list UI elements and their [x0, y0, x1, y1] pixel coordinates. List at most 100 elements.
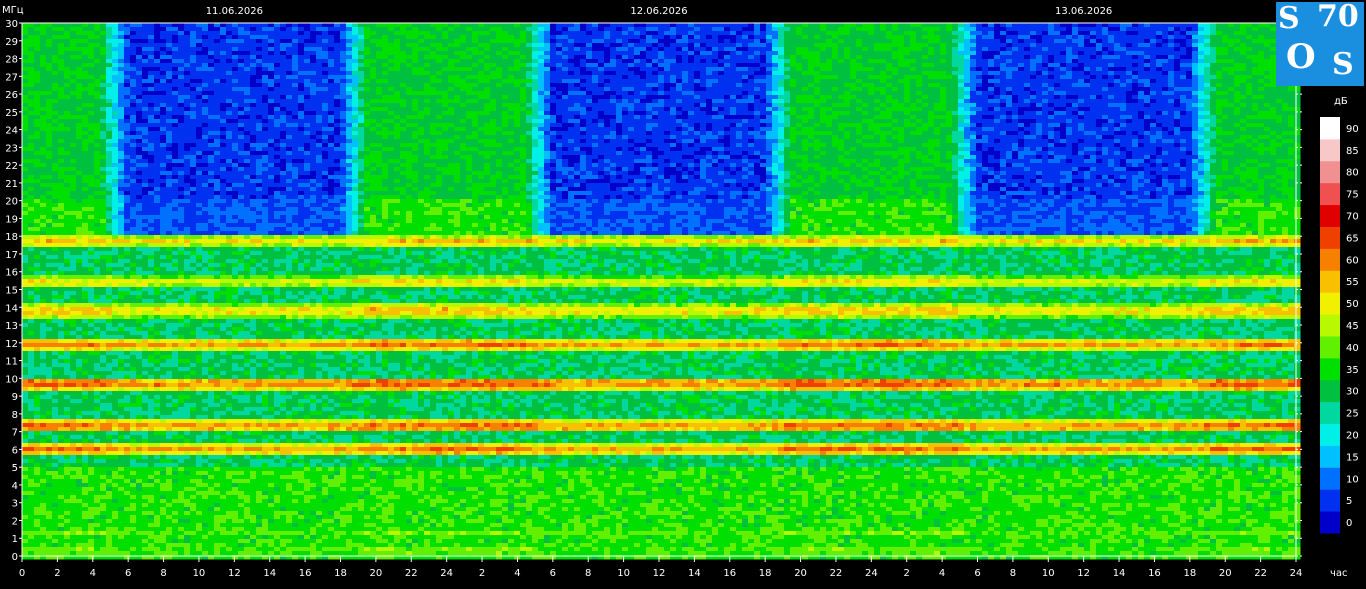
- heatmap-cell: [82, 439, 89, 444]
- heatmap-cell: [28, 299, 35, 304]
- heatmap-cell: [52, 131, 59, 136]
- heatmap-cell: [58, 211, 65, 216]
- heatmap-cell: [22, 151, 29, 156]
- heatmap-cell: [88, 535, 95, 540]
- heatmap-cell: [58, 171, 65, 176]
- heatmap-cell: [34, 399, 41, 404]
- heatmap-cell: [46, 451, 53, 456]
- heatmap-cell: [88, 55, 95, 60]
- heatmap-cell: [28, 39, 35, 44]
- heatmap-cell: [82, 375, 89, 380]
- heatmap-cell: [46, 519, 53, 524]
- heatmap-cell: [46, 275, 53, 280]
- heatmap-cell: [52, 419, 59, 424]
- heatmap-cell: [34, 127, 41, 132]
- heatmap-cell: [82, 55, 89, 60]
- heatmap-cell: [82, 479, 89, 484]
- heatmap-cell: [82, 283, 89, 288]
- heatmap-cell: [70, 55, 77, 60]
- heatmap-cell: [58, 379, 65, 384]
- heatmap-cell: [52, 511, 59, 516]
- heatmap-cell: [34, 147, 41, 152]
- heatmap-cell: [82, 35, 89, 40]
- heatmap-cell: [82, 175, 89, 180]
- heatmap-cell: [22, 75, 29, 80]
- heatmap-cell: [28, 351, 35, 356]
- heatmap-cell: [58, 391, 65, 396]
- heatmap-cell: [82, 399, 89, 404]
- heatmap-cell: [76, 219, 83, 224]
- heatmap-cell: [58, 27, 65, 32]
- heatmap-cell: [28, 463, 35, 468]
- heatmap-cell: [34, 175, 41, 180]
- heatmap-cell: [34, 403, 41, 408]
- heatmap-cell: [82, 47, 89, 52]
- heatmap-cell: [76, 331, 83, 336]
- heatmap-cell: [40, 127, 47, 132]
- heatmap-cell: [34, 63, 41, 68]
- heatmap-cell: [22, 259, 29, 264]
- heatmap-cell: [58, 283, 65, 288]
- heatmap-cell: [34, 27, 41, 32]
- heatmap-cell: [52, 227, 59, 232]
- heatmap-cell: [40, 323, 47, 328]
- heatmap-cell: [40, 463, 47, 468]
- heatmap-cell: [64, 263, 71, 268]
- heatmap-cell: [40, 231, 47, 236]
- heatmap-cell: [64, 131, 71, 136]
- heatmap-cell: [40, 379, 47, 384]
- heatmap-cell: [52, 507, 59, 512]
- heatmap-cell: [34, 535, 41, 540]
- heatmap-cell: [40, 131, 47, 136]
- heatmap-cell: [46, 543, 53, 548]
- heatmap-cell: [70, 379, 77, 384]
- heatmap-cell: [82, 271, 89, 276]
- heatmap-cell: [64, 251, 71, 256]
- heatmap-cell: [64, 503, 71, 508]
- heatmap-cell: [70, 551, 77, 556]
- heatmap-cell: [64, 495, 71, 500]
- heatmap-cell: [52, 279, 59, 284]
- heatmap-cell: [64, 203, 71, 208]
- heatmap-cell: [76, 179, 83, 184]
- heatmap-cell: [22, 303, 29, 308]
- heatmap-cell: [76, 151, 83, 156]
- heatmap-cell: [40, 199, 47, 204]
- heatmap-cell: [28, 303, 35, 308]
- heatmap-cell: [64, 379, 71, 384]
- heatmap-cell: [64, 227, 71, 232]
- heatmap-cell: [58, 67, 65, 72]
- heatmap-cell: [82, 131, 89, 136]
- heatmap-cell: [46, 483, 53, 488]
- heatmap-cell: [34, 179, 41, 184]
- heatmap-cell: [46, 387, 53, 392]
- heatmap-cell: [70, 275, 77, 280]
- heatmap-cell: [70, 467, 77, 472]
- heatmap-cell: [40, 391, 47, 396]
- heatmap-cell: [28, 311, 35, 316]
- heatmap-cell: [76, 435, 83, 440]
- heatmap-cell: [58, 239, 65, 244]
- heatmap-cell: [88, 479, 95, 484]
- heatmap-cell: [88, 99, 95, 104]
- heatmap-cell: [70, 71, 77, 76]
- heatmap-cell: [28, 491, 35, 496]
- heatmap-cell: [58, 551, 65, 556]
- heatmap-cell: [34, 195, 41, 200]
- heatmap-cell: [28, 259, 35, 264]
- heatmap-cell: [76, 311, 83, 316]
- heatmap-cell: [64, 75, 71, 80]
- heatmap-cell: [76, 223, 83, 228]
- heatmap-cell: [52, 383, 59, 388]
- heatmap-cell: [22, 111, 29, 116]
- heatmap-cell: [52, 195, 59, 200]
- heatmap-cell: [22, 367, 29, 372]
- heatmap-cell: [82, 179, 89, 184]
- heatmap-cell: [94, 23, 101, 28]
- heatmap-cell: [46, 311, 53, 316]
- heatmap-cell: [64, 247, 71, 252]
- heatmap-cell: [88, 475, 95, 480]
- heatmap-cell: [46, 279, 53, 284]
- heatmap-cell: [76, 251, 83, 256]
- heatmap-cell: [70, 35, 77, 40]
